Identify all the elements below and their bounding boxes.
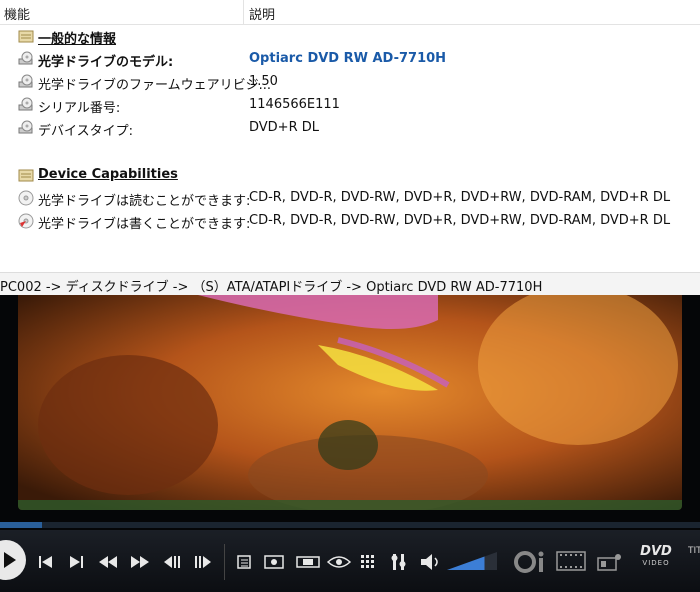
media-player[interactable]: DVD VIDEO TIT xyxy=(0,295,700,592)
folder-icon xyxy=(18,30,34,43)
breadcrumb-text: PC002 -> ディスクドライブ -> （S）ATA/ATAPIドライブ ->… xyxy=(0,280,543,295)
fast-forward-icon[interactable] xyxy=(130,555,150,569)
section-device-capabilities[interactable]: Device Capabilities xyxy=(0,164,700,186)
disc-read-icon xyxy=(18,190,34,206)
play-button[interactable] xyxy=(0,540,26,580)
property-row[interactable]: デバイスタイプ: DVD+R DL xyxy=(0,117,700,139)
property-label: 光学ドライブは書くことができます: xyxy=(38,217,251,232)
breadcrumb: PC002 -> ディスクドライブ -> （S）ATA/ATAPIドライブ ->… xyxy=(0,272,700,296)
properties-panel: 機能 説明 一般的な情報 光学ドライブのモデル: Optiarc DVD RW … xyxy=(0,0,700,271)
column-header: 機能 説明 xyxy=(0,0,700,25)
optical-drive-icon xyxy=(18,74,33,88)
divider xyxy=(224,544,225,580)
property-row[interactable]: シリアル番号: 1146566E111 xyxy=(0,94,700,116)
optical-drive-icon xyxy=(18,51,33,65)
property-label: 光学ドライブは読むことができます: xyxy=(38,194,251,209)
property-value: CD-R, DVD-R, DVD-RW, DVD+R, DVD+RW, DVD-… xyxy=(249,213,671,228)
next-icon[interactable] xyxy=(68,555,84,569)
film-strip-icon[interactable] xyxy=(556,550,586,572)
media-device-icon[interactable] xyxy=(596,552,624,572)
section-title: 一般的な情報 xyxy=(38,32,117,47)
video-image xyxy=(18,295,682,510)
rewind-icon[interactable] xyxy=(98,555,118,569)
property-value: 1146566E111 xyxy=(249,97,340,112)
aspect-ratio-icon[interactable] xyxy=(296,554,320,570)
title-label[interactable]: TIT xyxy=(688,546,700,556)
property-label: 光学ドライブのファームウェアリビジ... xyxy=(38,78,272,93)
optical-drive-icon xyxy=(18,97,33,111)
eye-icon[interactable] xyxy=(326,554,352,570)
video-frame[interactable] xyxy=(18,295,682,510)
playlist-icon[interactable] xyxy=(236,554,252,570)
property-value: CD-R, DVD-R, DVD-RW, DVD+R, DVD+RW, DVD-… xyxy=(249,190,671,205)
section-general-info[interactable]: 一般的な情報 xyxy=(0,25,700,47)
volume-slider[interactable] xyxy=(446,551,498,571)
folder-icon xyxy=(18,169,34,182)
disc-write-icon xyxy=(18,213,34,229)
grid-menu-icon[interactable] xyxy=(360,554,376,570)
seek-progress xyxy=(0,522,42,528)
dvd-badge[interactable]: DVD VIDEO xyxy=(636,545,676,573)
property-row[interactable]: 光学ドライブは書くことができます: CD-R, DVD-R, DVD-RW, D… xyxy=(0,210,700,232)
property-label: 光学ドライブのモデル: xyxy=(38,55,174,70)
seek-bar[interactable] xyxy=(0,522,700,528)
property-value[interactable]: Optiarc DVD RW AD-7710H xyxy=(249,51,446,66)
property-row[interactable]: 光学ドライブのモデル: Optiarc DVD RW AD-7710H xyxy=(0,48,700,70)
play-icon xyxy=(4,552,16,568)
frame-forward-icon[interactable] xyxy=(193,555,213,569)
oi-logo-icon[interactable] xyxy=(514,550,548,574)
control-bar: DVD VIDEO TIT xyxy=(0,530,700,592)
capture-icon[interactable] xyxy=(264,554,286,570)
property-label: デバイスタイプ: xyxy=(38,124,133,139)
dvd-logo-subtext: VIDEO xyxy=(642,559,670,567)
frame-back-icon[interactable] xyxy=(162,555,182,569)
column-description[interactable]: 説明 xyxy=(249,4,275,23)
property-value: DVD+R DL xyxy=(249,120,319,135)
property-row[interactable]: 光学ドライブのファームウェアリビジ... 1.50 xyxy=(0,71,700,93)
section-title: Device Capabilities xyxy=(38,167,178,182)
property-row[interactable]: 光学ドライブは読むことができます: CD-R, DVD-R, DVD-RW, D… xyxy=(0,187,700,209)
previous-icon[interactable] xyxy=(38,555,54,569)
property-label: シリアル番号: xyxy=(38,101,121,116)
settings-tools-icon[interactable] xyxy=(390,552,408,572)
property-value: 1.50 xyxy=(249,74,278,89)
optical-drive-icon xyxy=(18,120,33,134)
dvd-logo-text: DVD xyxy=(640,544,672,559)
volume-icon[interactable] xyxy=(420,553,442,571)
column-divider[interactable] xyxy=(243,0,244,24)
column-feature[interactable]: 機能 xyxy=(4,4,30,23)
